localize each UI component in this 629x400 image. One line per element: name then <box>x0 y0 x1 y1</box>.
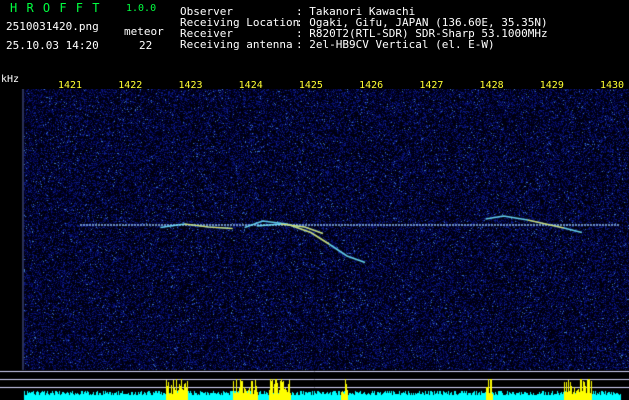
capture-datetime: 25.10.03 14:20 <box>6 39 99 52</box>
y-axis-unit-label: kHz <box>1 74 20 85</box>
app-version: 1.0.0 <box>126 3 157 14</box>
app-title: H R O F F T <box>10 1 101 15</box>
meteor-label: meteor <box>124 25 164 38</box>
info-label-antenna: Receiving antenna <box>180 38 293 51</box>
file-name: 2510031420.png <box>6 20 99 33</box>
meteor-count: 22 <box>139 39 153 52</box>
info-value-antenna: : 2el-HB9CV Vertical (el. E-W) <box>296 38 495 51</box>
waterfall-spectrogram <box>0 89 629 400</box>
